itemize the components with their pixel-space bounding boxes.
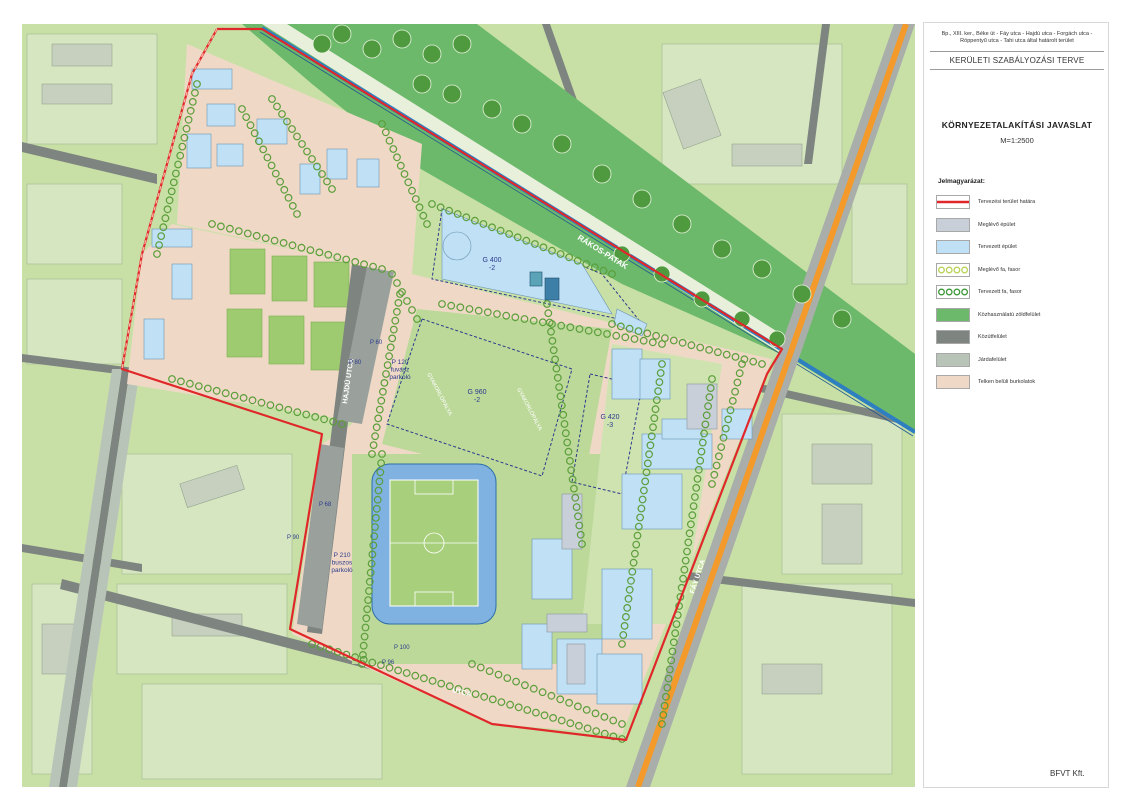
- legend-label: Járdafelület: [978, 356, 1007, 363]
- p100-label: P 100: [394, 645, 410, 651]
- p96-label: P 96: [382, 660, 395, 666]
- legend-item: Közútfelület: [936, 328, 1106, 351]
- legend-label: Telken belüli burkolatok: [978, 379, 1036, 385]
- legend-item: Tervezett épület: [936, 238, 1106, 261]
- legend-item: Telken belüli burkolatok: [936, 373, 1106, 396]
- legend-label: Meglévő épület: [978, 221, 1016, 228]
- legend-swatch: [936, 195, 970, 209]
- p80-label: P 80: [349, 360, 362, 366]
- title-block: Bp., XIII. ker., Béke út - Fáy utca - Ha…: [923, 22, 1109, 788]
- plan-area-subtitle: Bp., XIII. ker., Béke út - Fáy utca - Ha…: [941, 31, 1093, 44]
- teal-building: [544, 277, 560, 301]
- title-divider-top: [930, 51, 1104, 52]
- title-divider-bottom: [930, 69, 1104, 70]
- legend-label: Közhasználatú zöldfelület: [978, 311, 1041, 318]
- p90-label: P 90: [287, 535, 300, 541]
- legend-swatch: [936, 217, 970, 232]
- legend-swatch: [936, 262, 970, 277]
- legend-title: Jelmagyarázat:: [938, 178, 985, 185]
- stadium: [371, 463, 497, 625]
- legend-label: Meglévő fa, fasor: [978, 266, 1021, 273]
- legend-label: Tervezési terület határa: [978, 199, 1036, 205]
- site-plan-map: RÁKOS-PATAK HAJDÚ UTCA FÁY UTCA UTCA GYA…: [22, 24, 915, 787]
- legend-swatch: [936, 330, 970, 344]
- legend-item: Tervezett fa, fasor: [936, 283, 1106, 306]
- company-name: BFVT Kft.: [1050, 769, 1085, 778]
- legend-item: Járdafelület: [936, 351, 1106, 374]
- legend-swatch: [936, 307, 970, 322]
- parking-north-label: P 120 fuvász parkoló: [389, 359, 411, 381]
- plan-name: KERÜLETI SZABÁLYOZÁSI TERVE: [949, 56, 1085, 65]
- p68-label: P 68: [319, 502, 332, 508]
- legend-label: Közútfelület: [978, 334, 1007, 340]
- legend-item: Meglévő fa, fasor: [936, 261, 1106, 284]
- parking-south-label: P 210 buszos parkoló: [331, 552, 353, 574]
- map-title: KÖRNYEZETALAKÍTÁSI JAVASLAT: [941, 120, 1093, 130]
- legend-label: Tervezett épület: [978, 244, 1017, 250]
- legend-swatch: [936, 352, 970, 367]
- legend-swatch: [936, 285, 970, 299]
- legend-label: Tervezett fa, fasor: [978, 289, 1022, 295]
- legend-swatch: [936, 240, 970, 254]
- plan-sheet: RÁKOS-PATAK HAJDÚ UTCA FÁY UTCA UTCA GYA…: [0, 0, 1131, 800]
- legend-item: Tervezési terület határa: [936, 193, 1106, 216]
- legend-item: Közhasználatú zöldfelület: [936, 306, 1106, 329]
- p60-label: P 60: [370, 340, 383, 346]
- legend-swatch: [936, 375, 970, 389]
- map-scale: M=1:2500: [1000, 136, 1034, 145]
- teal-annex: [529, 271, 543, 287]
- legend-item: Meglévő épület: [936, 216, 1106, 239]
- legend: Tervezési terület határa Meglévő épület Te…: [936, 193, 1106, 396]
